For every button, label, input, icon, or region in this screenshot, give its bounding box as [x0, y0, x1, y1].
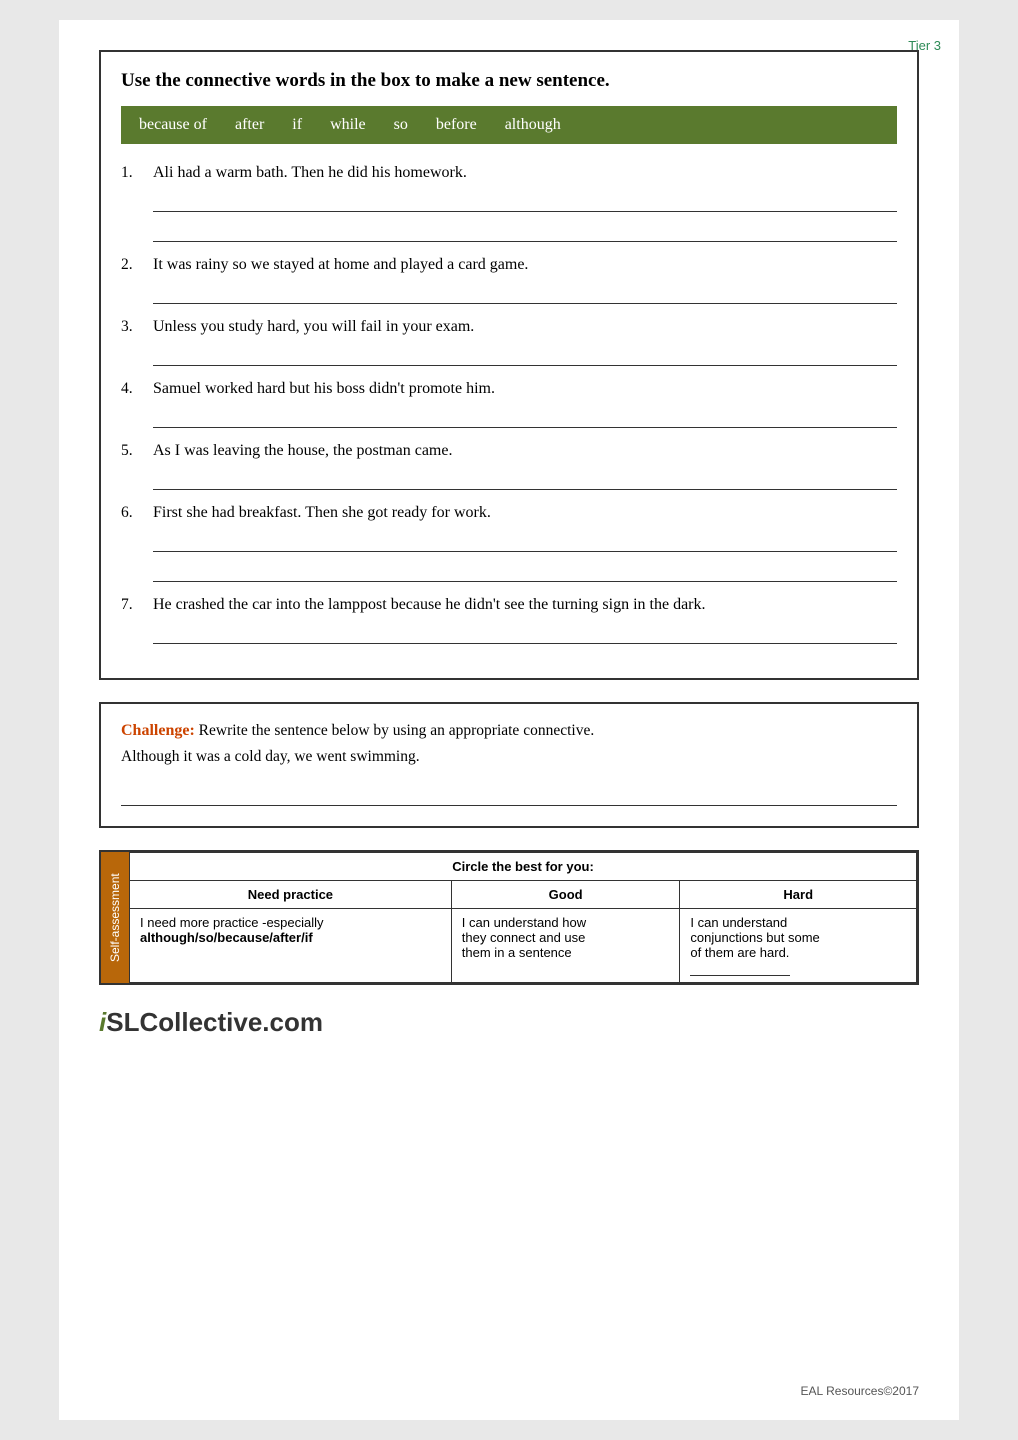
- q1-answer-line-2[interactable]: [153, 220, 897, 242]
- q4-text: Samuel worked hard but his boss didn't p…: [153, 380, 897, 398]
- connective-before: before: [436, 116, 477, 134]
- self-assessment-table: Circle the best for you: Need practice G…: [129, 852, 917, 983]
- challenge-instruction: Rewrite the sentence below by using an a…: [199, 722, 595, 739]
- q3-answer-line-1[interactable]: [153, 344, 897, 366]
- tier-label: Tier 3: [908, 38, 941, 53]
- q6-answer-line-1[interactable]: [153, 530, 897, 552]
- question-6: 6. First she had breakfast. Then she got…: [121, 504, 897, 582]
- q2-text: It was rainy so we stayed at home and pl…: [153, 256, 897, 274]
- q4-number: 4.: [121, 380, 143, 398]
- q1-answer-line-1[interactable]: [153, 190, 897, 212]
- sa-col3: I can understandconjunctions but someof …: [680, 909, 917, 983]
- challenge-box: Challenge: Rewrite the sentence below by…: [99, 702, 919, 828]
- q7-number: 7.: [121, 596, 143, 614]
- col-need-practice: Need practice: [130, 881, 452, 909]
- sa-col1-line2: although/so/because/after/if: [140, 930, 313, 945]
- self-assessment-row: I need more practice -especially althoug…: [130, 909, 917, 983]
- question-2: 2. It was rainy so we stayed at home and…: [121, 256, 897, 304]
- main-title: Use the connective words in the box to m…: [121, 70, 897, 92]
- circle-prompt: Circle the best for you:: [130, 853, 917, 881]
- q4-answer-line-1[interactable]: [153, 406, 897, 428]
- col-good: Good: [451, 881, 680, 909]
- col-hard: Hard: [680, 881, 917, 909]
- question-5: 5. As I was leaving the house, the postm…: [121, 442, 897, 490]
- challenge-sentence: Although it was a cold day, we went swim…: [121, 748, 897, 766]
- question-7: 7. He crashed the car into the lamppost …: [121, 596, 897, 644]
- connective-while: while: [330, 116, 366, 134]
- connective-after: after: [235, 116, 264, 134]
- question-4: 4. Samuel worked hard but his boss didn'…: [121, 380, 897, 428]
- q1-text: Ali had a warm bath. Then he did his hom…: [153, 164, 897, 182]
- question-1: 1. Ali had a warm bath. Then he did his …: [121, 164, 897, 242]
- connective-so: so: [394, 116, 408, 134]
- connective-if: if: [292, 116, 302, 134]
- q6-answer-line-2[interactable]: [153, 560, 897, 582]
- challenge-answer-line[interactable]: [121, 784, 897, 806]
- connectives-bar: because of after if while so before alth…: [121, 106, 897, 144]
- challenge-text: Challenge: Rewrite the sentence below by…: [121, 722, 897, 740]
- sa-col1: I need more practice -especially althoug…: [130, 909, 452, 983]
- q6-text: First she had breakfast. Then she got re…: [153, 504, 897, 522]
- q1-number: 1.: [121, 164, 143, 182]
- connective-although: although: [505, 116, 561, 134]
- q5-answer-line-1[interactable]: [153, 468, 897, 490]
- challenge-label: Challenge:: [121, 722, 195, 739]
- question-3: 3. Unless you study hard, you will fail …: [121, 318, 897, 366]
- sa-col2: I can understand howthey connect and use…: [451, 909, 680, 983]
- q3-number: 3.: [121, 318, 143, 336]
- q2-answer-line-1[interactable]: [153, 282, 897, 304]
- worksheet-page: Tier 3 Use the connective words in the b…: [59, 20, 959, 1420]
- main-exercise-box: Use the connective words in the box to m…: [99, 50, 919, 680]
- q2-number: 2.: [121, 256, 143, 274]
- self-assessment-label: Self-assessment: [101, 852, 129, 983]
- q7-answer-line-1[interactable]: [153, 622, 897, 644]
- q3-text: Unless you study hard, you will fail in …: [153, 318, 897, 336]
- sa-col1-line1: I need more practice -especially: [140, 915, 324, 930]
- brand-rest: SLCollective.com: [106, 1007, 323, 1037]
- connective-because-of: because of: [139, 116, 207, 134]
- q7-text: He crashed the car into the lamppost bec…: [153, 596, 897, 614]
- brand-logo: iSLCollective.com: [99, 1007, 919, 1038]
- q5-text: As I was leaving the house, the postman …: [153, 442, 897, 460]
- q5-number: 5.: [121, 442, 143, 460]
- copyright-label: EAL Resources©2017: [801, 1384, 919, 1398]
- self-assessment-section: Self-assessment Circle the best for you:…: [99, 850, 919, 985]
- q6-number: 6.: [121, 504, 143, 522]
